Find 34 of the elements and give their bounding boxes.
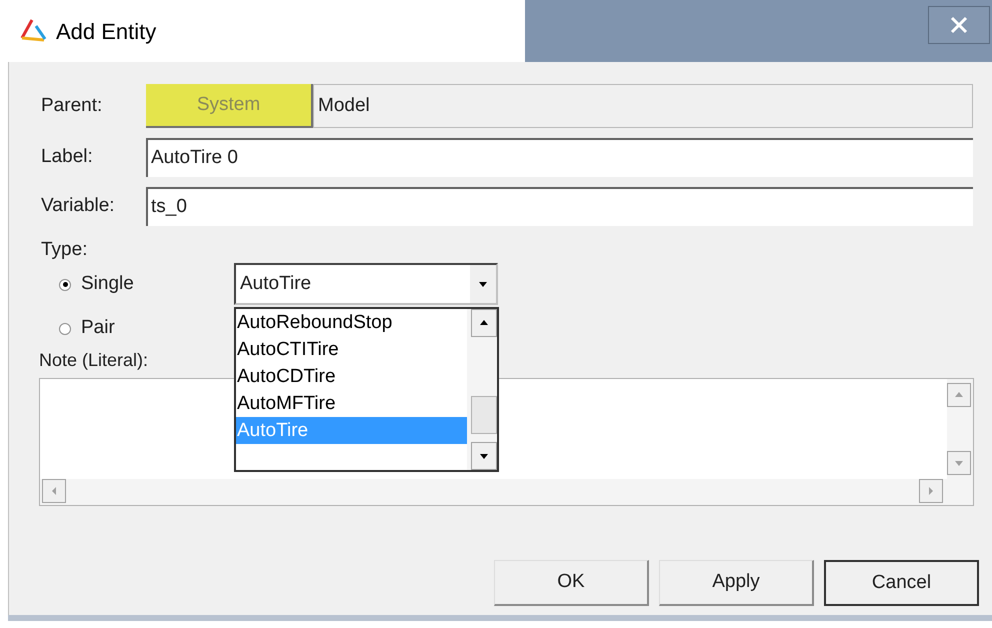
note-label: Note (Literal): [39,348,148,372]
list-item[interactable]: AutoMFTire [236,390,467,417]
field-label: Label: [40,145,94,170]
list-item[interactable]: AutoCTITire [236,336,467,363]
combo-value: AutoTire [240,272,312,296]
field-label: Variable: [40,194,116,218]
dialog-button[interactable]: Apply [659,560,814,606]
scroll-thumb[interactable] [471,396,497,434]
app-logo-icon [18,18,48,44]
list-item[interactable]: AutoReboundStop [236,309,467,336]
list-item[interactable]: AutoCDTire [236,363,467,390]
radio-label: Pair [81,316,115,340]
radio-label: Single [81,272,134,296]
down-arrow-icon [479,451,489,461]
right-arrow-icon [926,486,936,496]
dropdown-button[interactable] [470,265,496,303]
close-icon [950,16,968,34]
dialog-button[interactable]: Cancel [824,560,979,606]
up-arrow-icon [954,390,964,400]
type-label: Type: [40,238,88,262]
text-field[interactable]: AutoTire 0 [146,138,973,177]
parent-label: Parent: [40,94,104,118]
dialog-button[interactable]: OK [494,560,649,606]
down-arrow-icon [478,279,488,289]
scroll-button[interactable] [471,442,497,470]
combo-box[interactable]: AutoTire [234,263,498,305]
scroll-button[interactable] [471,309,497,337]
model-field: Model [313,84,973,128]
radio-button[interactable] [59,322,71,334]
up-arrow-icon [479,318,489,328]
radio-button[interactable] [59,278,71,290]
window-title: Add Entity [56,18,156,46]
text-field[interactable]: ts_0 [146,187,973,226]
close-button[interactable] [928,6,990,44]
